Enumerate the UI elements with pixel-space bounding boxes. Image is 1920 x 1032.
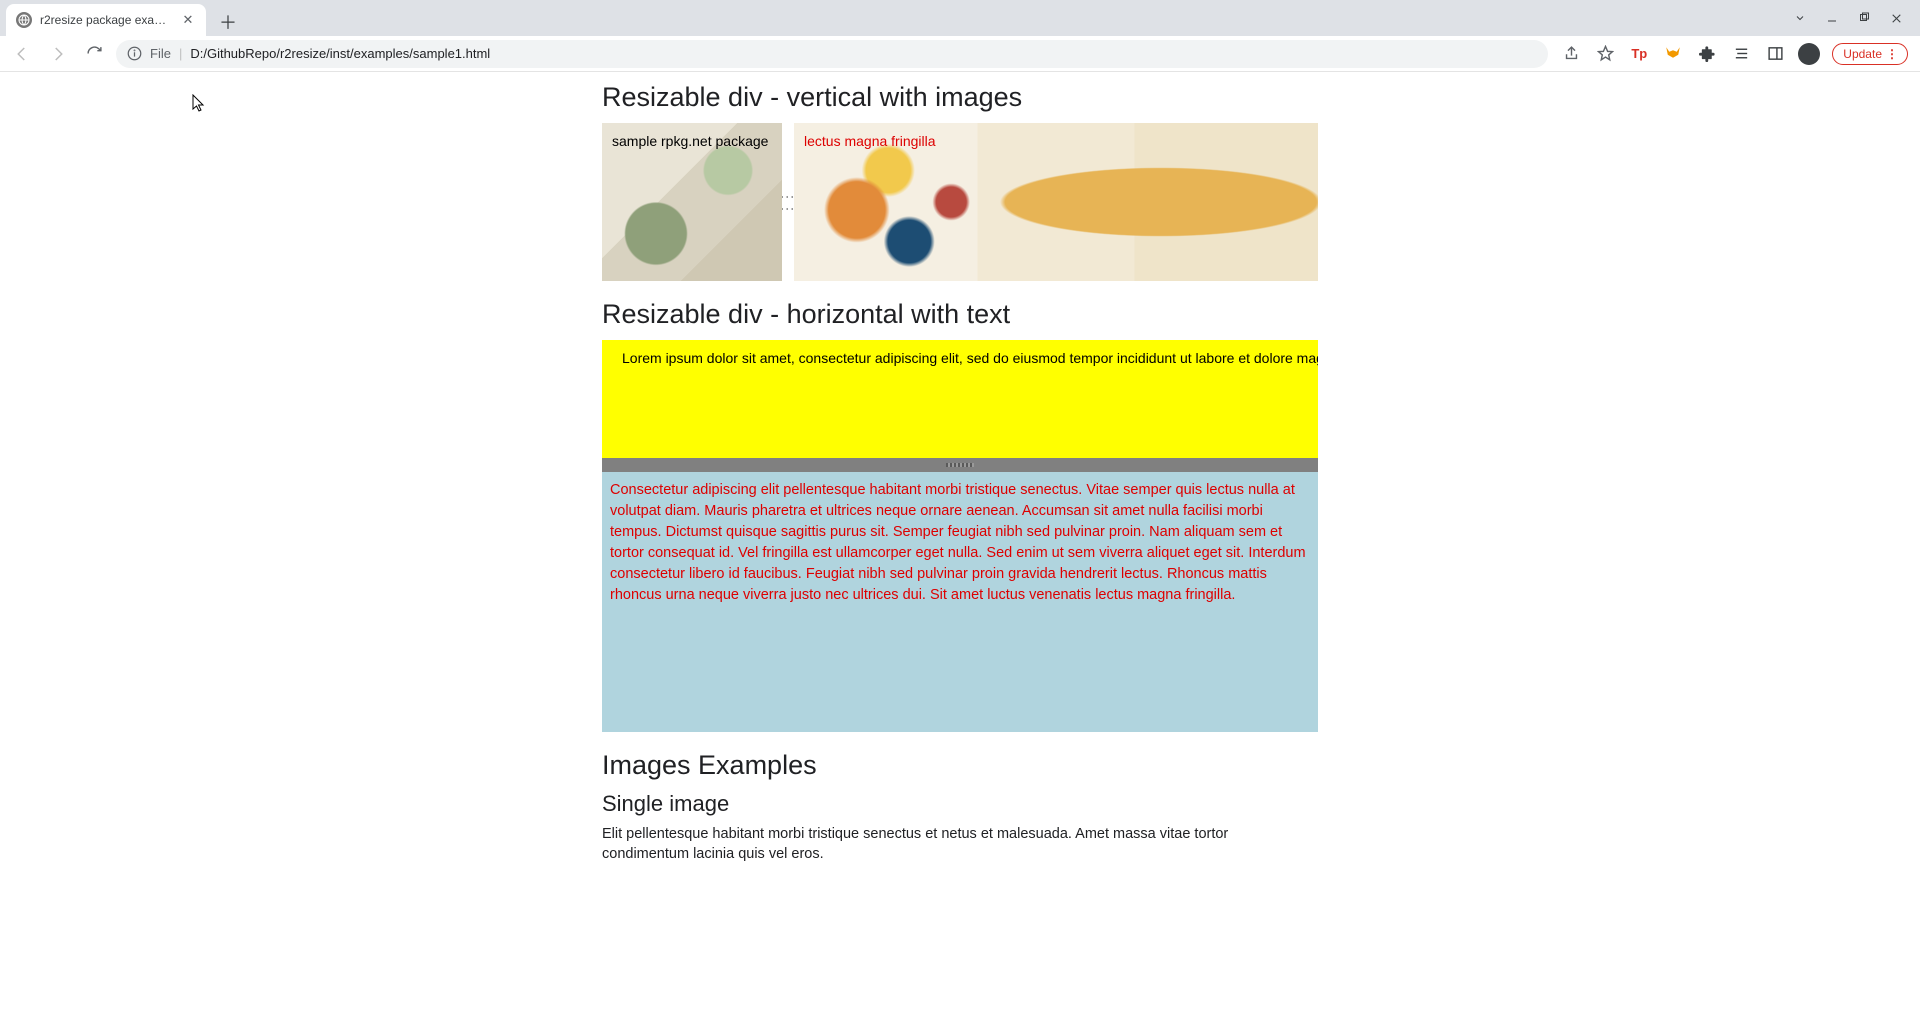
- info-icon[interactable]: [126, 46, 142, 62]
- bookmark-icon[interactable]: [1594, 43, 1616, 65]
- new-tab-button[interactable]: ＋: [214, 8, 242, 36]
- image-left-label: sample rpkg.net package: [612, 133, 768, 149]
- blue-pane: Consectetur adipiscing elit pellentesque…: [602, 472, 1318, 732]
- heading-single-image: Single image: [602, 791, 1318, 817]
- sidepanel-icon[interactable]: [1764, 43, 1786, 65]
- page-viewport[interactable]: Resizable div - vertical with images sam…: [0, 72, 1920, 1032]
- cursor-icon: [192, 94, 206, 119]
- maximize-icon[interactable]: [1858, 12, 1876, 24]
- url-scheme-label: File: [150, 46, 171, 61]
- kebab-icon: ⋮: [1886, 47, 1897, 61]
- single-image-paragraph: Elit pellentesque habitant morbi tristiq…: [602, 825, 1318, 864]
- update-button[interactable]: Update ⋮: [1832, 43, 1908, 65]
- tab-strip: r2resize package example to add ✕ ＋: [0, 0, 1920, 36]
- image-right-label: lectus magna fringilla: [804, 133, 936, 149]
- browser-chrome: r2resize package example to add ✕ ＋: [0, 0, 1920, 72]
- url-text: D:/GithubRepo/r2resize/inst/examples/sam…: [190, 46, 490, 61]
- heading-vertical: Resizable div - vertical with images: [602, 82, 1318, 113]
- yellow-pane: Lorem ipsum dolor sit amet, consectetur …: [602, 340, 1318, 458]
- back-button[interactable]: [8, 40, 36, 68]
- heading-horizontal: Resizable div - horizontal with text: [602, 299, 1318, 330]
- window-controls: [1794, 0, 1914, 36]
- blue-pane-text: Consectetur adipiscing elit pellentesque…: [610, 482, 1306, 603]
- profile-avatar[interactable]: [1798, 43, 1820, 65]
- extensions-icon[interactable]: [1696, 43, 1718, 65]
- minimize-icon[interactable]: [1826, 12, 1844, 24]
- browser-toolbar: File | D:/GithubRepo/r2resize/inst/examp…: [0, 36, 1920, 72]
- extension-fox-icon[interactable]: [1662, 43, 1684, 65]
- window-close-icon[interactable]: [1890, 12, 1908, 25]
- chevron-down-icon[interactable]: [1794, 12, 1812, 24]
- globe-icon: [16, 12, 32, 28]
- browser-tab[interactable]: r2resize package example to add ✕: [6, 4, 206, 36]
- reload-button[interactable]: [80, 40, 108, 68]
- tab-title: r2resize package example to add: [40, 13, 174, 27]
- splitter-grip-icon: [946, 463, 974, 467]
- heading-images-examples: Images Examples: [602, 750, 1318, 781]
- extension-tp-icon[interactable]: Tp: [1628, 43, 1650, 65]
- image-pane-right: lectus magna fringilla: [794, 123, 1318, 281]
- forward-button[interactable]: [44, 40, 72, 68]
- update-button-label: Update: [1843, 47, 1882, 61]
- vertical-splitter[interactable]: ⋮⋮: [782, 123, 794, 281]
- address-bar[interactable]: File | D:/GithubRepo/r2resize/inst/examp…: [116, 40, 1548, 68]
- image-pane-left: sample rpkg.net package: [602, 123, 782, 281]
- horizontal-splitter[interactable]: [602, 458, 1318, 472]
- page-content: Resizable div - vertical with images sam…: [602, 72, 1318, 904]
- close-icon[interactable]: ✕: [180, 12, 196, 28]
- share-icon[interactable]: [1560, 43, 1582, 65]
- url-divider: |: [179, 46, 182, 61]
- resizable-horizontal-container: Lorem ipsum dolor sit amet, consectetur …: [602, 340, 1318, 732]
- resizable-vertical-container: sample rpkg.net package ⋮⋮ lectus magna …: [602, 123, 1318, 281]
- yellow-pane-text: Lorem ipsum dolor sit amet, consectetur …: [622, 350, 1318, 366]
- reading-list-icon[interactable]: [1730, 43, 1752, 65]
- toolbar-actions: Tp Update ⋮: [1556, 43, 1912, 65]
